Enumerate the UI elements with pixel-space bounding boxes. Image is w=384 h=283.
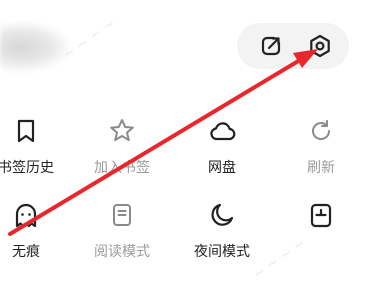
- menu-label: 书签历史: [0, 160, 54, 176]
- screenshot-icon: [307, 201, 335, 229]
- ghost-icon: [12, 201, 40, 229]
- quick-menu-panel: 书签历史 加入书签 网盘 刷新 无痕 阅读模式 夜间模式: [0, 95, 384, 283]
- star-icon: [108, 117, 136, 145]
- menu-item-cloud-drive[interactable]: 网盘: [177, 117, 267, 187]
- menu-item-bookmarks-history[interactable]: 书签历史: [0, 117, 71, 187]
- menu-item-incognito[interactable]: 无痕: [0, 201, 71, 271]
- gear-icon: [310, 34, 330, 58]
- menu-label: 加入书签: [94, 160, 150, 176]
- refresh-icon: [307, 117, 335, 145]
- cloud-icon: [208, 117, 236, 145]
- browser-menu-screen: 书签历史 加入书签 网盘 刷新 无痕 阅读模式 夜间模式: [0, 0, 384, 283]
- menu-label: 阅读模式: [94, 244, 150, 260]
- menu-item-add-bookmark[interactable]: 加入书签: [77, 117, 167, 187]
- share-out-icon: [261, 36, 281, 56]
- menu-item-night-mode[interactable]: 夜间模式: [177, 201, 267, 271]
- menu-label: 无痕: [12, 244, 40, 260]
- menu-label: 网盘: [208, 160, 236, 176]
- settings-button[interactable]: [305, 31, 335, 61]
- menu-item-refresh[interactable]: 刷新: [276, 117, 366, 187]
- menu-item-reader-mode[interactable]: 阅读模式: [77, 201, 167, 271]
- share-button[interactable]: [256, 31, 286, 61]
- top-bar: [0, 0, 384, 90]
- moon-icon: [208, 201, 236, 229]
- menu-label: 刷新: [307, 160, 335, 176]
- menu-item-screenshot[interactable]: [276, 201, 366, 271]
- blurred-account-area: [0, 22, 70, 72]
- toolbar-pill: [237, 23, 349, 69]
- bookmark-icon: [12, 117, 40, 145]
- reader-icon: [108, 201, 136, 229]
- menu-label: 夜间模式: [194, 244, 250, 260]
